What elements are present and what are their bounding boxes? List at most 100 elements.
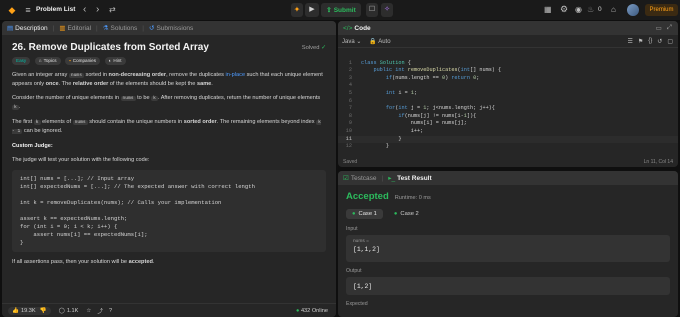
testcase-label: Testcase bbox=[350, 174, 377, 182]
bookmark-icon[interactable]: ⚑ bbox=[638, 38, 643, 45]
comment-icon: ◯ bbox=[58, 307, 65, 314]
line-number: 3 bbox=[348, 74, 352, 81]
result-tabbar: ☑ Testcase | ▸_ Test Result bbox=[338, 171, 678, 185]
thumbs-down-icon[interactable]: 👎 bbox=[40, 308, 47, 314]
case-2-label: Case 2 bbox=[400, 211, 419, 217]
tab-submissions[interactable]: ↺ Submissions bbox=[144, 21, 198, 35]
tab-submissions-label: Submissions bbox=[156, 24, 194, 32]
difficulty-badge[interactable]: Easy bbox=[12, 57, 31, 65]
test-result-label: Test Result bbox=[397, 174, 432, 182]
lock-icon: ▪ bbox=[69, 58, 71, 63]
text: Given an integer array bbox=[12, 72, 68, 78]
inline-code: k bbox=[151, 96, 158, 101]
tab-editorial[interactable]: ▥ Editorial bbox=[54, 21, 96, 35]
fire-icon[interactable]: ♨ bbox=[587, 5, 594, 14]
judge-text: The judge will test your solution with t… bbox=[12, 157, 150, 163]
case-2-button[interactable]: ● Case 2 bbox=[388, 209, 425, 219]
tab-description-label: Description bbox=[15, 24, 48, 32]
text: , remove the duplicates bbox=[166, 72, 224, 78]
cursor-position: Ln 11, Col 14 bbox=[643, 158, 673, 165]
reset-icon[interactable]: ↺ bbox=[657, 38, 662, 45]
inline-code: k bbox=[12, 105, 19, 110]
store-icon[interactable]: ⌂ bbox=[611, 5, 616, 14]
bold-text: relative order bbox=[72, 81, 109, 87]
next-icon[interactable]: › bbox=[96, 4, 99, 15]
code-editor[interactable]: 1 class Solution {2 public int removeDupl… bbox=[338, 48, 678, 151]
output-value: [1,2] bbox=[353, 282, 373, 290]
companies-label: Companies bbox=[72, 58, 97, 63]
minimize-icon[interactable]: ▭ bbox=[656, 24, 662, 32]
topics-button[interactable]: ⌂ Topics bbox=[34, 57, 61, 65]
notes-button[interactable]: ☐ bbox=[366, 3, 378, 17]
tab-testcase[interactable]: ☑ Testcase bbox=[338, 171, 381, 185]
share-icon[interactable]: ⤴ bbox=[97, 307, 103, 315]
like-button[interactable]: 👍 19.3K 👎 bbox=[8, 306, 51, 315]
premium-button[interactable]: Premium bbox=[645, 4, 678, 16]
tab-test-result[interactable]: ▸_ Test Result bbox=[383, 171, 436, 185]
flask-icon: ⚗ bbox=[102, 25, 109, 32]
history-icon: ↺ bbox=[149, 25, 155, 32]
logo-icon[interactable]: ◆ bbox=[7, 5, 17, 15]
inline-code: k bbox=[33, 120, 41, 125]
paragraph-3: The first k elements of nums should cont… bbox=[12, 118, 326, 136]
run-button[interactable]: ▶ bbox=[305, 3, 319, 17]
star-icon[interactable]: ☆ bbox=[86, 308, 91, 314]
ai-button[interactable]: ✧ bbox=[381, 3, 393, 17]
code-panel: </> Code ▭ ⤢ Java ⌄ 🔒 Auto ☰ ⚑ {} ↺ ▢ 1 cl… bbox=[338, 21, 678, 167]
bold-text: accepted bbox=[128, 259, 153, 265]
bold-text: non-decreasing order bbox=[108, 72, 167, 78]
inline-code: nums bbox=[120, 96, 136, 101]
upload-icon: ⇪ bbox=[326, 7, 332, 14]
text: . After removing duplicates, return the … bbox=[157, 95, 321, 101]
verdict: Accepted bbox=[346, 191, 389, 202]
result-panel: ☑ Testcase | ▸_ Test Result Accepted Runti… bbox=[338, 171, 678, 317]
code-line: 10 i++; bbox=[338, 128, 678, 136]
braces-icon[interactable]: {} bbox=[648, 38, 652, 45]
comments-button[interactable]: ◯ 1.1K bbox=[59, 308, 79, 314]
line-number: 12 bbox=[345, 143, 352, 150]
in-place-link[interactable]: in-place bbox=[225, 72, 245, 78]
help-icon[interactable]: ? bbox=[109, 308, 112, 314]
solved-status: Solved ✓ bbox=[302, 44, 326, 52]
input-value: [1,1,2] bbox=[353, 246, 380, 253]
prev-icon[interactable]: ‹ bbox=[83, 4, 86, 15]
gear-icon[interactable]: ⚙ bbox=[560, 4, 568, 15]
text: should contain the unique numbers in bbox=[89, 119, 183, 125]
dot-icon: ● bbox=[393, 211, 398, 217]
inline-code: nums bbox=[68, 73, 84, 78]
language-select[interactable]: Java ⌄ bbox=[342, 38, 361, 45]
list-icon[interactable]: ≡ bbox=[23, 4, 33, 16]
layout-icon[interactable]: ▦ bbox=[544, 5, 552, 14]
avatar[interactable] bbox=[627, 4, 639, 16]
streak-count: 0 bbox=[598, 6, 602, 13]
tab-description[interactable]: ▤ Description bbox=[2, 21, 53, 35]
bold-text: sorted order bbox=[183, 119, 217, 125]
description-panel: ▤ Description | ▥ Editorial | ⚗ Solutions |… bbox=[2, 21, 336, 317]
notes-icon[interactable]: ☰ bbox=[628, 38, 633, 45]
debug-button[interactable]: ✦ bbox=[291, 3, 303, 17]
code-line: 7 for(int j = 1; j<nums.length; j++){ bbox=[338, 105, 678, 113]
code-title: Code bbox=[354, 24, 371, 32]
shuffle-icon[interactable]: ⇄ bbox=[109, 5, 116, 14]
case-1-button[interactable]: ● Case 1 bbox=[346, 209, 383, 219]
hint-label: Hint bbox=[113, 58, 122, 63]
submit-button[interactable]: ⇪ Submit bbox=[321, 3, 361, 17]
paragraph-4: If all assertions pass, then your soluti… bbox=[12, 258, 326, 266]
tab-solutions[interactable]: ⚗ Solutions bbox=[98, 21, 143, 35]
output-box: [1,2] bbox=[346, 277, 670, 295]
input-var: nums = bbox=[353, 239, 369, 244]
line-number: 6 bbox=[348, 97, 352, 104]
expand-icon[interactable]: ⤢ bbox=[667, 24, 672, 32]
auto-toggle[interactable]: 🔒 Auto bbox=[369, 38, 390, 45]
tab-code[interactable]: </> Code bbox=[338, 21, 376, 35]
code-line: 2 public int removeDuplicates(int[] nums… bbox=[338, 67, 678, 75]
bell-icon[interactable]: ◉ bbox=[575, 5, 582, 14]
line-number: 8 bbox=[348, 112, 352, 119]
fullscreen-icon[interactable]: ▢ bbox=[667, 38, 673, 45]
companies-button[interactable]: ▪ Companies bbox=[65, 57, 101, 65]
bulb-icon: ◐ bbox=[108, 58, 112, 63]
hint-button[interactable]: ◐ Hint bbox=[104, 57, 126, 65]
judge-heading: Custom Judge: bbox=[12, 143, 53, 149]
line-number: 9 bbox=[348, 120, 352, 127]
problem-list-link[interactable]: Problem List bbox=[36, 6, 75, 13]
